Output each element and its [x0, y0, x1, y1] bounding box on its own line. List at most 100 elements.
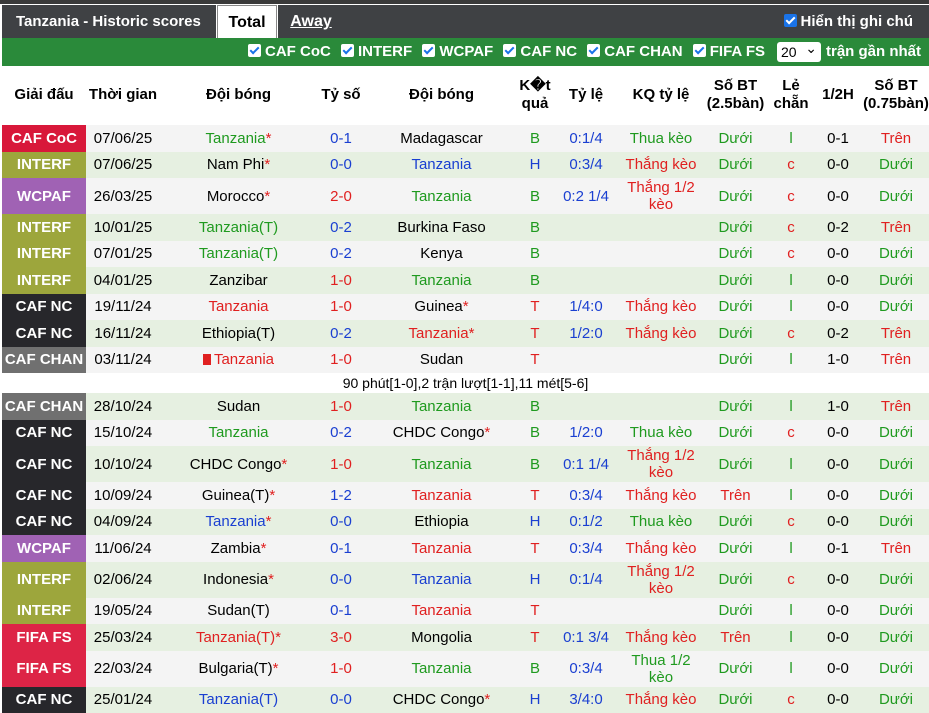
- away-team[interactable]: Kenya: [365, 241, 518, 268]
- tab-total[interactable]: Total: [217, 5, 277, 38]
- score[interactable]: 0-1: [317, 535, 365, 562]
- table-row[interactable]: CAF NC25/01/24Tanzania(T)0-0CHDC Congo*H…: [2, 687, 929, 713]
- score[interactable]: 0-0: [317, 152, 365, 179]
- away-team[interactable]: Tanzania: [365, 393, 518, 420]
- away-team[interactable]: Tanzania: [365, 152, 518, 179]
- score[interactable]: 2-0: [317, 178, 365, 214]
- away-team[interactable]: CHDC Congo*: [365, 687, 518, 713]
- filter-wcpaf[interactable]: WCPAF: [422, 43, 493, 60]
- table-row[interactable]: INTERF07/01/25Tanzania(T)0-2KenyaBDướic0…: [2, 241, 929, 268]
- score[interactable]: 1-2: [317, 482, 365, 509]
- filter-caf-coc[interactable]: CAF CoC: [248, 43, 331, 60]
- away-team[interactable]: CHDC Congo*: [365, 420, 518, 447]
- tab-away[interactable]: Away: [278, 5, 344, 38]
- home-team[interactable]: Tanzania: [160, 347, 317, 374]
- away-team[interactable]: Tanzania: [365, 535, 518, 562]
- away-team[interactable]: Guinea*: [365, 294, 518, 321]
- table-row[interactable]: CAF NC15/10/24Tanzania0-2CHDC Congo*B1/2…: [2, 420, 929, 447]
- score[interactable]: 1-0: [317, 267, 365, 294]
- checkbox-icon[interactable]: [587, 44, 600, 57]
- away-team[interactable]: Tanzania: [365, 267, 518, 294]
- table-row[interactable]: CAF CHAN28/10/24Sudan1-0TanzaniaBDướil1-…: [2, 393, 929, 420]
- home-team[interactable]: Bulgaria(T)*: [160, 651, 317, 687]
- score[interactable]: 0-0: [317, 509, 365, 536]
- home-team[interactable]: Tanzania(T)*: [160, 624, 317, 651]
- away-team[interactable]: Madagascar: [365, 125, 518, 152]
- table-row[interactable]: FIFA FS25/03/24Tanzania(T)*3-0MongoliaT0…: [2, 624, 929, 651]
- competition-badge[interactable]: WCPAF: [2, 178, 86, 214]
- competition-badge[interactable]: CAF NC: [2, 446, 86, 482]
- score[interactable]: 1-0: [317, 393, 365, 420]
- score[interactable]: 0-2: [317, 214, 365, 241]
- competition-badge[interactable]: CAF NC: [2, 509, 86, 536]
- home-team[interactable]: Zanzibar: [160, 267, 317, 294]
- show-notes-toggle[interactable]: Hiển thị ghi chú: [784, 5, 914, 38]
- table-row[interactable]: FIFA FS22/03/24Bulgaria(T)*1-0TanzaniaB0…: [2, 651, 929, 687]
- away-team[interactable]: Tanzania*: [365, 320, 518, 347]
- checkbox-icon[interactable]: [341, 44, 354, 57]
- home-team[interactable]: Morocco*: [160, 178, 317, 214]
- home-team[interactable]: Tanzania*: [160, 509, 317, 536]
- score[interactable]: 1-0: [317, 347, 365, 374]
- score[interactable]: 0-1: [317, 598, 365, 625]
- away-team[interactable]: Burkina Faso: [365, 214, 518, 241]
- match-count-select[interactable]: 20: [777, 42, 821, 62]
- table-row[interactable]: INTERF07/06/25Nam Phi*0-0TanzaniaH0:3/4T…: [2, 152, 929, 179]
- competition-badge[interactable]: CAF CHAN: [2, 393, 86, 420]
- competition-badge[interactable]: FIFA FS: [2, 624, 86, 651]
- table-row[interactable]: CAF CHAN03/11/24Tanzania1-0SudanTDướil1-…: [2, 347, 929, 374]
- home-team[interactable]: Sudan: [160, 393, 317, 420]
- competition-badge[interactable]: CAF NC: [2, 687, 86, 713]
- home-team[interactable]: Tanzania(T): [160, 687, 317, 713]
- home-team[interactable]: Sudan(T): [160, 598, 317, 625]
- checkbox-icon[interactable]: [248, 44, 261, 57]
- competition-badge[interactable]: CAF NC: [2, 294, 86, 321]
- table-row[interactable]: WCPAF11/06/24Zambia*0-1TanzaniaT0:3/4Thắ…: [2, 535, 929, 562]
- score[interactable]: 0-0: [317, 562, 365, 598]
- checkbox-icon[interactable]: [693, 44, 706, 57]
- checkbox-icon[interactable]: [422, 44, 435, 57]
- competition-badge[interactable]: WCPAF: [2, 535, 86, 562]
- table-row[interactable]: CAF NC04/09/24Tanzania*0-0EthiopiaH0:1/2…: [2, 509, 929, 536]
- away-team[interactable]: Tanzania: [365, 178, 518, 214]
- table-row[interactable]: CAF CoC07/06/25Tanzania*0-1MadagascarB0:…: [2, 125, 929, 152]
- home-team[interactable]: Tanzania(T): [160, 241, 317, 268]
- home-team[interactable]: CHDC Congo*: [160, 446, 317, 482]
- table-row[interactable]: INTERF19/05/24Sudan(T)0-1TanzaniaTDướil0…: [2, 598, 929, 625]
- score[interactable]: 0-2: [317, 420, 365, 447]
- competition-badge[interactable]: CAF NC: [2, 420, 86, 447]
- competition-badge[interactable]: CAF CoC: [2, 125, 86, 152]
- table-row[interactable]: INTERF10/01/25Tanzania(T)0-2Burkina Faso…: [2, 214, 929, 241]
- home-team[interactable]: Nam Phi*: [160, 152, 317, 179]
- table-row[interactable]: INTERF04/01/25Zanzibar1-0TanzaniaBDướil0…: [2, 267, 929, 294]
- score[interactable]: 0-0: [317, 687, 365, 713]
- table-row[interactable]: INTERF02/06/24Indonesia*0-0TanzaniaH0:1/…: [2, 562, 929, 598]
- away-team[interactable]: Tanzania: [365, 651, 518, 687]
- table-row[interactable]: CAF NC10/09/24Guinea(T)*1-2TanzaniaT0:3/…: [2, 482, 929, 509]
- score[interactable]: 0-1: [317, 125, 365, 152]
- away-team[interactable]: Ethiopia: [365, 509, 518, 536]
- filter-interf[interactable]: INTERF: [341, 43, 412, 60]
- checkbox-icon[interactable]: [503, 44, 516, 57]
- competition-badge[interactable]: CAF CHAN: [2, 347, 86, 374]
- score[interactable]: 1-0: [317, 651, 365, 687]
- table-row[interactable]: CAF NC10/10/24CHDC Congo*1-0TanzaniaB0:1…: [2, 446, 929, 482]
- filter-caf-nc[interactable]: CAF NC: [503, 43, 577, 60]
- table-row[interactable]: CAF NC16/11/24Ethiopia(T)0-2Tanzania*T1/…: [2, 320, 929, 347]
- away-team[interactable]: Tanzania: [365, 446, 518, 482]
- competition-badge[interactable]: INTERF: [2, 598, 86, 625]
- score[interactable]: 0-2: [317, 241, 365, 268]
- competition-badge[interactable]: FIFA FS: [2, 651, 86, 687]
- home-team[interactable]: Zambia*: [160, 535, 317, 562]
- score[interactable]: 1-0: [317, 446, 365, 482]
- score[interactable]: 0-2: [317, 320, 365, 347]
- home-team[interactable]: Guinea(T)*: [160, 482, 317, 509]
- competition-badge[interactable]: CAF NC: [2, 482, 86, 509]
- away-team[interactable]: Tanzania: [365, 598, 518, 625]
- away-team[interactable]: Sudan: [365, 347, 518, 374]
- competition-badge[interactable]: INTERF: [2, 562, 86, 598]
- score[interactable]: 3-0: [317, 624, 365, 651]
- home-team[interactable]: Tanzania*: [160, 125, 317, 152]
- score[interactable]: 1-0: [317, 294, 365, 321]
- checkbox-icon[interactable]: [784, 14, 797, 27]
